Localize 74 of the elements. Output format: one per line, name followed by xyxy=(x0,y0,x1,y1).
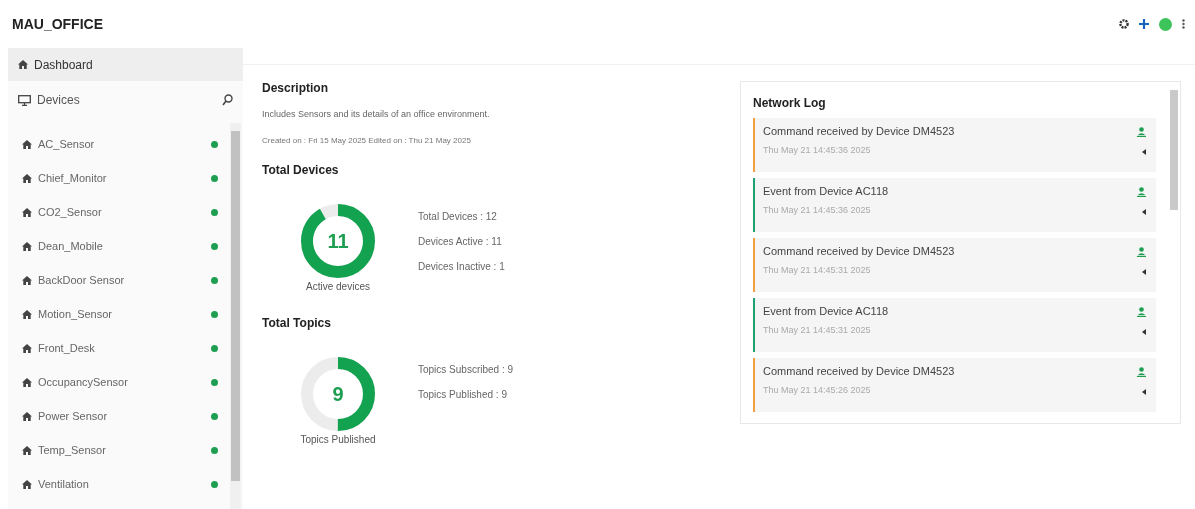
section-heading: Total Topics xyxy=(262,316,332,330)
log-time: Thu May 21 14:45:31 2025 xyxy=(763,325,872,335)
monitor-icon xyxy=(18,94,31,106)
log-entry[interactable]: Command received by Device DM4523 Thu May 21 14:45:36 2025 xyxy=(753,118,1156,172)
sidebar-item[interactable]: Devices xyxy=(8,81,243,119)
stat-text: Devices Inactive : 1 xyxy=(418,261,505,272)
description-text: Includes Sensors and its details of an office environment. xyxy=(262,109,491,119)
donut-caption: Topics Published xyxy=(300,434,376,445)
house-icon xyxy=(22,173,32,183)
device-name[interactable]: AC_Sensor xyxy=(38,138,205,150)
log-message: Event from Device AC118 xyxy=(763,305,889,317)
scrollbar[interactable] xyxy=(230,123,241,509)
person-icon[interactable] xyxy=(1137,187,1146,197)
caret-icon[interactable] xyxy=(1142,269,1146,275)
log-message: Command received by Device DM4523 xyxy=(763,125,955,137)
donut-chart: 11 xyxy=(300,203,376,279)
house-icon xyxy=(22,411,32,421)
device-name[interactable]: Front_Desk xyxy=(38,342,205,354)
log-message: Event from Device AC118 xyxy=(763,185,889,197)
stat-text: Topics Published : 9 xyxy=(418,389,508,400)
house-icon xyxy=(18,60,28,69)
person-icon[interactable] xyxy=(1137,367,1146,377)
device-name[interactable]: Ventilation xyxy=(38,478,205,490)
caret-icon[interactable] xyxy=(1142,329,1146,335)
donut-chart: 9 xyxy=(300,356,376,432)
card-title: Network Log xyxy=(753,96,827,110)
log-time: Thu May 21 14:45:31 2025 xyxy=(763,265,872,275)
device-name[interactable]: CO2_Sensor xyxy=(38,206,205,218)
device-name[interactable]: Dean_Mobile xyxy=(38,240,205,252)
sidebar-item[interactable]: Dashboard xyxy=(8,48,243,81)
stat-text: Topics Subscribed : 9 xyxy=(418,364,514,375)
house-icon xyxy=(22,241,32,251)
house-icon xyxy=(22,445,32,455)
status-dot-icon xyxy=(1159,17,1172,31)
log-entry[interactable]: Command received by Device DM4523 Thu May 21 14:45:31 2025 xyxy=(753,238,1156,292)
log-time: Thu May 21 14:45:36 2025 xyxy=(763,145,872,155)
caret-icon[interactable] xyxy=(1142,149,1146,155)
donut-caption: Active devices xyxy=(306,281,370,292)
house-icon xyxy=(22,139,32,149)
device-name[interactable]: Temp_Sensor xyxy=(38,444,205,456)
person-icon[interactable] xyxy=(1137,247,1146,257)
dates-text: Created on : Fri 15 May 2025 Edited on : Thu 21 May 2025 xyxy=(262,136,472,145)
log-entry[interactable]: Event from Device AC118 Thu May 21 14:45:31 2025 xyxy=(753,298,1156,352)
section-heading: Total Devices xyxy=(262,163,340,177)
device-name[interactable]: Motion_Sensor xyxy=(38,308,205,320)
device-name[interactable]: BackDoor Sensor xyxy=(38,274,205,286)
house-icon xyxy=(22,479,32,489)
more-icon[interactable] xyxy=(1182,19,1185,29)
search-icon[interactable] xyxy=(222,94,233,106)
caret-icon[interactable] xyxy=(1142,209,1146,215)
device-name[interactable]: Power Sensor xyxy=(38,410,205,422)
house-icon xyxy=(22,275,32,285)
log-entry[interactable]: Event from Device AC118 Thu May 21 14:45:36 2025 xyxy=(753,178,1156,232)
scrollbar[interactable] xyxy=(1170,90,1178,210)
house-icon xyxy=(22,207,32,217)
description-heading: Description xyxy=(262,81,329,95)
add-icon[interactable] xyxy=(1139,19,1149,29)
stat-text: Devices Active : 11 xyxy=(418,236,503,247)
settings-icon[interactable] xyxy=(1119,19,1129,29)
caret-icon[interactable] xyxy=(1142,389,1146,395)
log-message: Command received by Device DM4523 xyxy=(763,365,955,377)
log-message: Command received by Device DM4523 xyxy=(763,245,955,257)
person-icon[interactable] xyxy=(1137,127,1146,137)
log-entry[interactable]: Command received by Device DM4523 Thu May 21 14:45:26 2025 xyxy=(753,358,1156,412)
log-time: Thu May 21 14:45:26 2025 xyxy=(763,385,872,395)
log-time: Thu May 21 14:45:36 2025 xyxy=(763,205,872,215)
app-title: MAU_OFFICE xyxy=(12,16,103,32)
house-icon xyxy=(22,377,32,387)
house-icon xyxy=(22,309,32,319)
stat-text: Total Devices : 12 xyxy=(418,211,498,222)
house-icon xyxy=(22,343,32,353)
device-name[interactable]: OccupancySensor xyxy=(38,376,205,388)
person-icon[interactable] xyxy=(1137,307,1146,317)
device-name[interactable]: Chief_Monitor xyxy=(38,172,205,184)
